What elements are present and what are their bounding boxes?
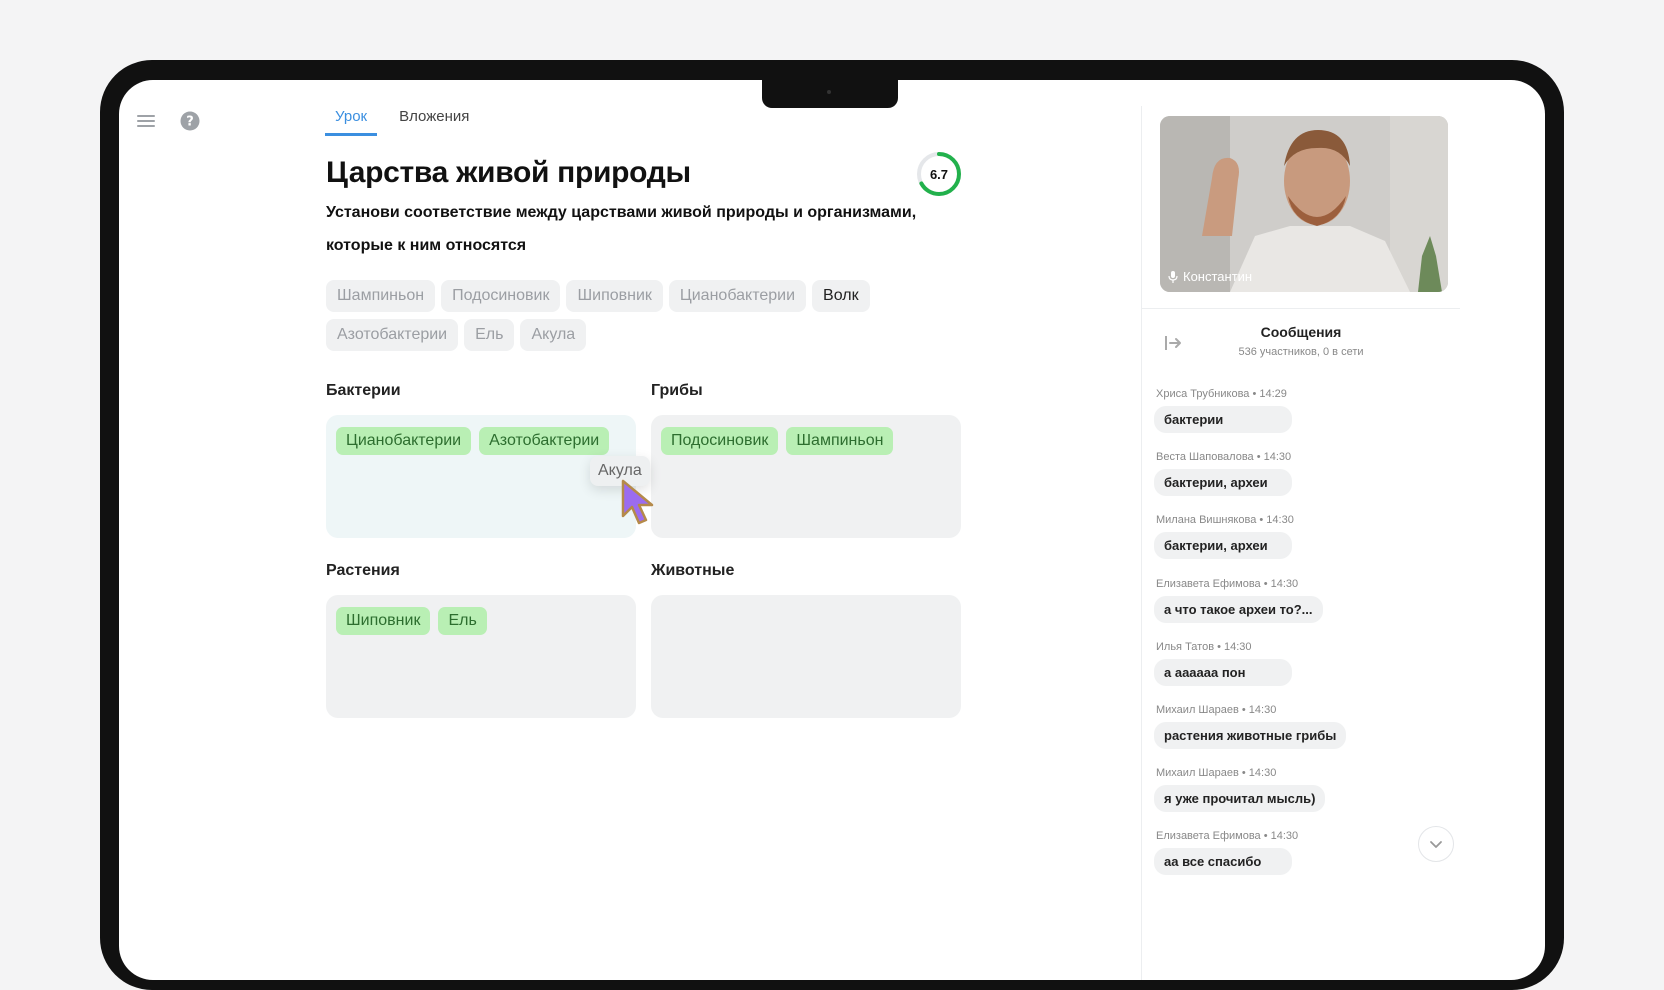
speaker-video-image bbox=[1160, 116, 1448, 292]
message-text: бактерии, археи bbox=[1154, 469, 1292, 497]
mouse-cursor-icon bbox=[621, 479, 654, 525]
top-toolbar: ? bbox=[135, 110, 201, 132]
laptop-frame: ? Урок Вложения Царства живой природы 6.… bbox=[100, 60, 1564, 990]
score-ring: 6.7 bbox=[915, 150, 963, 198]
right-panel: Константин Сообщения 536 участников, 0 в… bbox=[1141, 106, 1460, 980]
tab-attachments[interactable]: Вложения bbox=[389, 108, 479, 136]
video-participant-name: Константин bbox=[1168, 269, 1252, 284]
placed-chip[interactable]: Подосиновик bbox=[661, 427, 779, 455]
drop-zone-animals[interactable] bbox=[651, 595, 961, 718]
message-meta: Елизавета Ефимова • 14:30 bbox=[1156, 830, 1299, 843]
chat-message: Милана Вишнякова • 14:30 бактерии, археи bbox=[1154, 514, 1454, 577]
message-meta: Михаил Шараев • 14:30 bbox=[1156, 703, 1277, 716]
message-text: я уже прочитал мысль) bbox=[1154, 785, 1326, 813]
bank-chip[interactable]: Шиповник bbox=[566, 280, 663, 312]
camera-notch bbox=[762, 80, 898, 108]
lesson-tabs: Урок Вложения bbox=[325, 108, 479, 136]
chat-participants: 536 участников, 0 в сети bbox=[1238, 346, 1364, 358]
drop-zone-fungi[interactable]: Подосиновик Шампиньон bbox=[651, 415, 961, 538]
message-text: растения животные грибы bbox=[1154, 721, 1347, 749]
message-text: бактерии, археи bbox=[1154, 532, 1292, 560]
category-label-animals: Животные bbox=[651, 562, 735, 579]
placed-chip[interactable]: Цианобактерии bbox=[336, 427, 472, 455]
message-text: бактерии bbox=[1154, 406, 1292, 433]
answer-bank: Шампиньон Подосиновик Шиповник Цианобакт… bbox=[326, 280, 946, 351]
bank-chip-available[interactable]: Волк bbox=[812, 280, 870, 312]
message-meta: Милана Вишнякова • 14:30 bbox=[1156, 514, 1294, 527]
scroll-down-button[interactable] bbox=[1418, 826, 1454, 862]
chat-message: Хриса Трубникова • 14:29 бактерии bbox=[1154, 388, 1454, 451]
chat-message: Михаил Шараев • 14:30 я уже прочитал мысл… bbox=[1154, 767, 1454, 830]
placed-chip[interactable]: Азотобактерии bbox=[479, 427, 610, 455]
category-label-bacteria: Бактерии bbox=[326, 382, 401, 399]
task-instruction: Установи соответствие между царствами жи… bbox=[326, 204, 917, 254]
message-meta: Хриса Трубникова • 14:29 bbox=[1156, 388, 1287, 400]
message-text: а аааааа пон bbox=[1154, 658, 1292, 686]
category-label-fungi: Грибы bbox=[651, 382, 703, 399]
bank-chip[interactable]: Цианобактерии bbox=[668, 280, 807, 312]
message-text: аа все спасибо bbox=[1154, 848, 1292, 876]
score-value: 6.7 bbox=[929, 166, 949, 182]
drop-zone-plants[interactable]: Шиповник Ель bbox=[326, 595, 636, 718]
chat-messages: Хриса Трубникова • 14:29 бактерии Веста Ш… bbox=[1154, 388, 1454, 894]
chat-message: Веста Шаповалова • 14:30 бактерии, археи bbox=[1154, 451, 1454, 514]
bank-chip[interactable]: Азотобактерии bbox=[326, 319, 459, 351]
svg-text:?: ? bbox=[186, 115, 194, 130]
chat-message: Илья Татов • 14:30 а аааааа пон bbox=[1154, 641, 1454, 704]
placed-chip[interactable]: Шампиньон bbox=[786, 427, 894, 455]
message-meta: Илья Татов • 14:30 bbox=[1156, 640, 1252, 653]
lesson-title: Царства живой природы bbox=[326, 156, 691, 189]
video-name-text: Константин bbox=[1183, 269, 1253, 284]
chat-header: Сообщения 536 участников, 0 в сети bbox=[1142, 318, 1460, 360]
bank-chip[interactable]: Подосиновик bbox=[441, 280, 561, 312]
message-meta: Михаил Шараев • 14:30 bbox=[1156, 767, 1277, 780]
placed-chip[interactable]: Шиповник bbox=[336, 607, 431, 635]
panel-divider bbox=[1142, 308, 1460, 309]
chat-title: Сообщения bbox=[1260, 324, 1342, 340]
tab-lesson[interactable]: Урок bbox=[325, 108, 378, 136]
app-screen: ? Урок Вложения Царства живой природы 6.… bbox=[119, 80, 1545, 980]
help-icon[interactable]: ? bbox=[179, 110, 201, 132]
message-meta: Елизавета Ефимова • 14:30 bbox=[1156, 577, 1299, 590]
category-label-plants: Растения bbox=[326, 562, 400, 579]
camera-dot bbox=[827, 90, 831, 94]
video-feed[interactable]: Константин bbox=[1160, 116, 1448, 292]
chat-message: Елизавета Ефимова • 14:30 а что такое арх… bbox=[1154, 578, 1454, 641]
bank-chip[interactable]: Акула bbox=[520, 319, 587, 351]
bank-chip[interactable]: Ель bbox=[464, 319, 515, 351]
menu-icon[interactable] bbox=[135, 110, 157, 132]
message-meta: Веста Шаповалова • 14:30 bbox=[1156, 451, 1292, 464]
chevron-down-icon bbox=[1430, 841, 1442, 848]
message-text: а что такое археи то?... bbox=[1154, 595, 1323, 623]
chat-message: Елизавета Ефимова • 14:30 аа все спасибо bbox=[1154, 830, 1454, 893]
placed-chip[interactable]: Ель bbox=[438, 607, 487, 635]
chat-message: Михаил Шараев • 14:30 растения животные г… bbox=[1154, 704, 1454, 767]
mic-icon bbox=[1168, 270, 1178, 283]
bank-chip[interactable]: Шампиньон bbox=[326, 280, 436, 312]
